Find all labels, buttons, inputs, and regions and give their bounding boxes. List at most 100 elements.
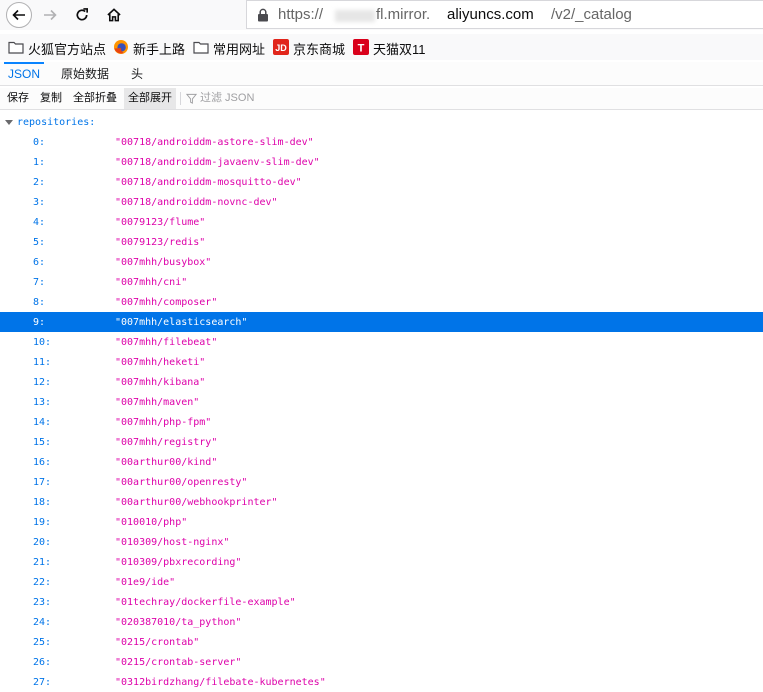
row-value: "007mhh/heketi": [115, 357, 206, 368]
reload-button[interactable]: [70, 3, 94, 27]
tree-row[interactable]: 4: "0079123/flume": [0, 212, 763, 232]
root-key: repositories:: [17, 117, 96, 128]
url-scheme: https://: [278, 6, 324, 23]
row-key: 24:: [33, 617, 52, 628]
firefox-icon: [114, 40, 128, 54]
tree-row[interactable]: 23: "01techray/dockerfile-example": [0, 592, 763, 612]
tree-row[interactable]: 8: "007mhh/composer": [0, 292, 763, 312]
row-value: "010010/php": [115, 517, 188, 528]
row-value: "007mhh/filebeat": [115, 337, 218, 348]
bookmark-firefox-official[interactable]: 火狐官方站点: [8, 38, 106, 57]
tree-row[interactable]: 5: "0079123/redis": [0, 232, 763, 252]
row-value: "0079123/redis": [115, 237, 206, 248]
filter-icon: [186, 93, 197, 104]
row-value: "0215/crontab": [115, 637, 200, 648]
tree-row[interactable]: 1: "00718/androiddm-javaenv-slim-dev": [0, 152, 763, 172]
url-bar[interactable]: https:// fl.mirror. aliyuncs.com /v2/_ca…: [246, 0, 763, 29]
copy-button[interactable]: 复制: [40, 88, 62, 109]
expand-twisty-icon[interactable]: [5, 120, 13, 125]
tree-row[interactable]: 22: "01e9/ide": [0, 572, 763, 592]
tab-headers[interactable]: 头: [131, 62, 143, 86]
tree-row[interactable]: 26: "0215/crontab-server": [0, 652, 763, 672]
expand-all-button[interactable]: 全部展开: [124, 88, 176, 109]
tree-row[interactable]: 10: "007mhh/filebeat": [0, 332, 763, 352]
url-domain: aliyuncs.com: [447, 6, 534, 23]
row-value: "01techray/dockerfile-example": [115, 597, 296, 608]
row-key: 3:: [33, 197, 46, 208]
filter-json-input[interactable]: 过滤 JSON: [200, 88, 254, 109]
row-value: "00arthur00/openresty": [115, 477, 248, 488]
tree-row[interactable]: 12: "007mhh/kibana": [0, 372, 763, 392]
tree-row[interactable]: 25: "0215/crontab": [0, 632, 763, 652]
back-button[interactable]: [6, 2, 32, 28]
bookmark-jd[interactable]: JD 京东商城: [273, 38, 345, 57]
tree-row[interactable]: 16: "00arthur00/kind": [0, 452, 763, 472]
url-redacted-part: [335, 10, 375, 22]
tmall-icon: T: [353, 39, 369, 55]
folder-icon: [8, 41, 24, 54]
row-key: 16:: [33, 457, 52, 468]
tree-row[interactable]: 0: "00718/androiddm-astore-slim-dev": [0, 132, 763, 152]
jd-icon: JD: [273, 39, 289, 55]
row-key: 9:: [33, 317, 46, 328]
row-value: "0215/crontab-server": [115, 657, 242, 668]
tree-row[interactable]: 6: "007mhh/busybox": [0, 252, 763, 272]
row-value: "01e9/ide": [115, 577, 176, 588]
tree-root-row[interactable]: repositories:: [0, 114, 763, 130]
tree-row[interactable]: 27: "0312birdzhang/filebate-kubernetes": [0, 672, 763, 692]
tree-row[interactable]: 11: "007mhh/heketi": [0, 352, 763, 372]
tree-row[interactable]: 13: "007mhh/maven": [0, 392, 763, 412]
row-value: "007mhh/registry": [115, 437, 218, 448]
row-key: 27:: [33, 677, 52, 688]
row-value: "020387010/ta_python": [115, 617, 242, 628]
row-value: "010309/host-nginx": [115, 537, 230, 548]
tree-row[interactable]: 18: "00arthur00/webhookprinter": [0, 492, 763, 512]
forward-button[interactable]: [38, 3, 62, 27]
row-value: "007mhh/elasticsearch": [115, 317, 248, 328]
row-value: "010309/pbxrecording": [115, 557, 242, 568]
bookmark-tmall[interactable]: T 天猫双11: [353, 38, 426, 57]
save-button[interactable]: 保存: [7, 88, 29, 109]
lock-icon: [258, 8, 268, 22]
tree-row[interactable]: 2: "00718/androiddm-mosquitto-dev": [0, 172, 763, 192]
tree-row[interactable]: 21: "010309/pbxrecording": [0, 552, 763, 572]
tree-row[interactable]: 20: "010309/host-nginx": [0, 532, 763, 552]
reload-icon: [76, 8, 88, 21]
row-value: "007mhh/kibana": [115, 377, 206, 388]
row-key: 25:: [33, 637, 52, 648]
row-key: 20:: [33, 537, 52, 548]
row-key: 2:: [33, 177, 46, 188]
row-value: "0312birdzhang/filebate-kubernetes": [115, 677, 326, 688]
tree-row[interactable]: 19: "010010/php": [0, 512, 763, 532]
tree-row[interactable]: 24: "020387010/ta_python": [0, 612, 763, 632]
row-value: "00718/androiddm-javaenv-slim-dev": [115, 157, 320, 168]
tree-row[interactable]: 15: "007mhh/registry": [0, 432, 763, 452]
bookmark-common-sites[interactable]: 常用网址: [193, 38, 265, 57]
row-key: 8:: [33, 297, 46, 308]
tree-row[interactable]: 14: "007mhh/php-fpm": [0, 412, 763, 432]
json-viewer-tabs: JSON 原始数据 头: [0, 62, 763, 86]
bookmark-getting-started[interactable]: 新手上路: [113, 38, 185, 57]
row-key: 5:: [33, 237, 46, 248]
row-key: 0:: [33, 137, 46, 148]
row-key: 21:: [33, 557, 52, 568]
svg-text:JD: JD: [275, 43, 287, 53]
tab-json[interactable]: JSON: [3, 62, 45, 86]
row-key: 6:: [33, 257, 46, 268]
navigation-bar: https:// fl.mirror. aliyuncs.com /v2/_ca…: [0, 0, 763, 30]
tree-row[interactable]: 17: "00arthur00/openresty": [0, 472, 763, 492]
row-key: 22:: [33, 577, 52, 588]
row-value: "00718/androiddm-novnc-dev": [115, 197, 278, 208]
tab-raw-data[interactable]: 原始数据: [61, 62, 109, 86]
tree-row[interactable]: 7: "007mhh/cni": [0, 272, 763, 292]
row-key: 4:: [33, 217, 46, 228]
row-value: "007mhh/composer": [115, 297, 218, 308]
row-value: "007mhh/maven": [115, 397, 200, 408]
tree-row[interactable]: 9: "007mhh/elasticsearch": [0, 312, 763, 332]
url-subdomain: fl.mirror.: [376, 6, 431, 23]
home-button[interactable]: [102, 3, 126, 27]
tree-row[interactable]: 3: "00718/androiddm-novnc-dev": [0, 192, 763, 212]
row-value: "0079123/flume": [115, 217, 206, 228]
home-icon: [107, 8, 121, 22]
collapse-all-button[interactable]: 全部折叠: [73, 88, 117, 109]
